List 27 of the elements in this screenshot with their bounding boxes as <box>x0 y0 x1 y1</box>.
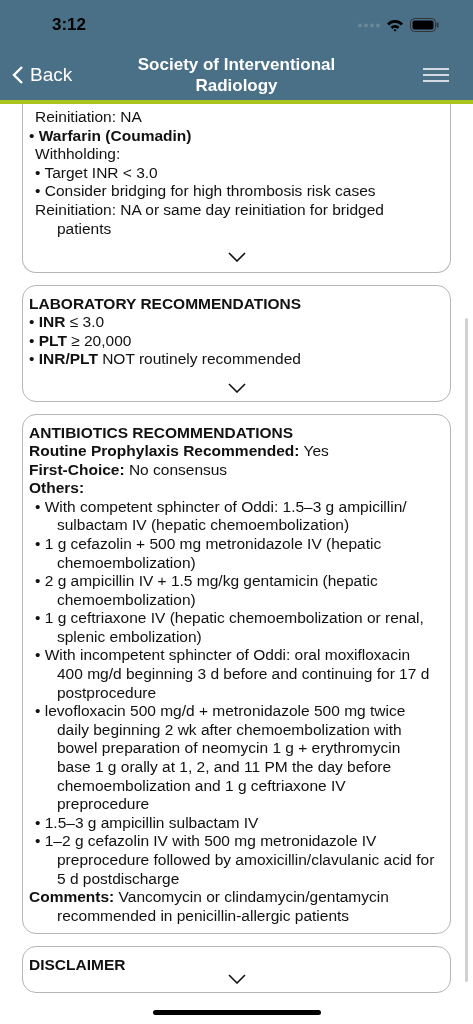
card-text: • Target INR < 3.0 <box>34 163 159 183</box>
card-text: • 1 g ceftriaxone IV (hepatic chemoembolization or renal, splenic embolization) <box>34 609 425 647</box>
card-text: • With competent sphincter of Oddi: 1.5–3 g ampicillin/ sulbactam IV (hepatic chemoembolization) <box>34 497 408 535</box>
card-text: First-Choice: No consensus <box>28 460 229 480</box>
back-button[interactable]: Back <box>12 60 112 90</box>
card-text: Reinitiation: NA <box>34 108 143 127</box>
card-text: • INR/PLT NOT routinely recommended <box>28 350 302 369</box>
card-text: Others: <box>28 479 86 498</box>
card-title: DISCLAIMER <box>29 955 127 975</box>
card-text: Comments: Vancomycin or clindamycin/gentamycin recommended in penicillin-allergic patients <box>28 888 390 926</box>
card-title: ANTIBIOTICS RECOMMENDATIONS <box>29 422 295 442</box>
card-text: • INR ≤ 3.0 <box>28 313 106 332</box>
card-text: • 2 g ampicillin IV + 1.5 mg/kg gentamicin (hepatic chemoembolization) <box>34 572 379 610</box>
card-text: • With incompetent sphincter of Oddi: oral moxifloxacin 400 mg/d beginning 3 d before and continuing for 17 d postprocedure <box>34 646 431 703</box>
card-text: • Consider bridging for high thrombosis risk cases <box>34 182 377 201</box>
card-text: • PLT ≥ 20,000 <box>28 331 133 351</box>
card-text: • 1–2 g cefazolin IV with 500 mg metronidazole IV preprocedure followed by amoxicillin/clavulanic acid for 5 d postdischarge <box>34 832 436 889</box>
card-text: Routine Prophylaxis Recommended: Yes <box>28 441 330 461</box>
card-text: • 1.5–3 g ampicillin sulbactam IV <box>34 813 260 833</box>
card-text: Withholding: <box>34 145 122 164</box>
card-text: • levofloxacin 500 mg/d + metronidazole 500 mg twice daily beginning 2 wk after chemoembolization with bowel preparation of neomycin 1 g + erythromycin base 1 g orally at 1, 2, and 11 PM the day before chemoembolization and 1 g ceftriaxone IV preprocedure <box>34 702 407 814</box>
page-title: Society of Interventional Radiology <box>136 54 337 96</box>
card-text: Reinitiation: NA or same day reinitiation for bridged patients <box>34 200 385 239</box>
card-text: • Warfarin (Coumadin) <box>28 126 193 146</box>
card-text: • 1 g cefazolin + 500 mg metronidazole IV (hepatic chemoembolization) <box>34 534 383 573</box>
status-time: 3:12 <box>52 14 87 37</box>
card-title: LABORATORY RECOMMENDATIONS <box>29 294 303 314</box>
